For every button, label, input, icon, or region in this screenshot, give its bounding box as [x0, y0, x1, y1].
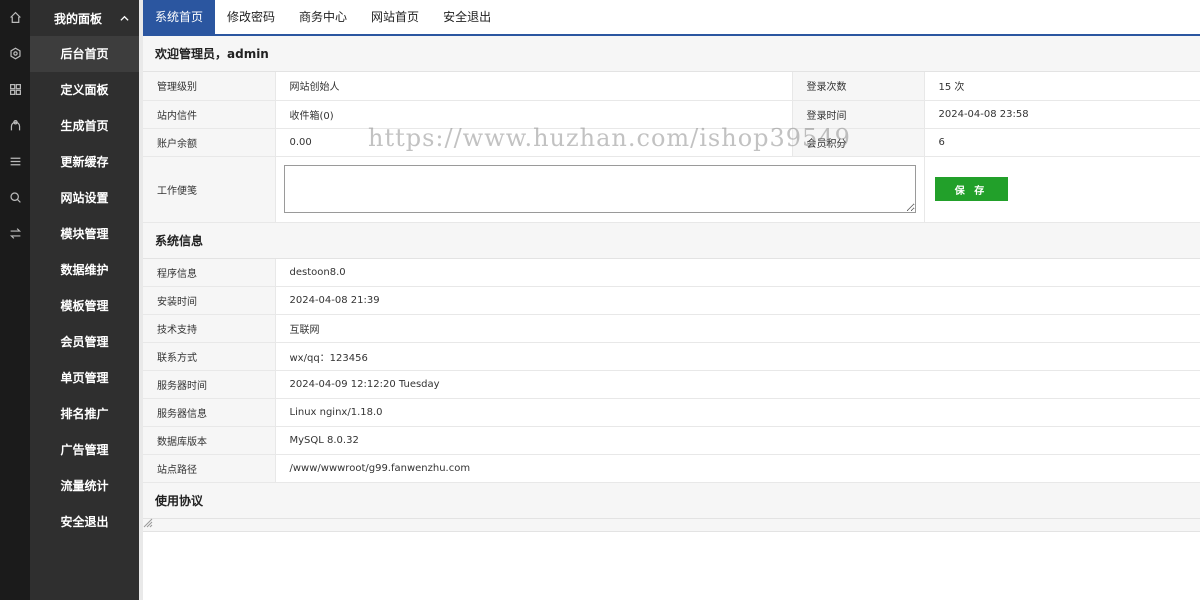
list-icon[interactable] — [5, 152, 25, 172]
table-row: 技术支持 互联网 — [143, 314, 1200, 343]
memo-label: 工作便笺 — [143, 156, 276, 223]
table-row: 站内信件 收件箱(0) 登录时间 2024-04-08 23:58 — [143, 100, 1200, 129]
memo-textarea[interactable] — [283, 165, 916, 213]
welcome-table: 管理级别 网站创始人 登录次数 15 次 站内信件 收件箱(0) 登录时间 20… — [143, 72, 1200, 223]
table-row: 管理级别 网站创始人 登录次数 15 次 — [143, 72, 1200, 101]
tab-business-center[interactable]: 商务中心 — [287, 0, 359, 34]
sidebar-item-site-settings[interactable]: 网站设置 — [30, 180, 139, 216]
row-label: 登录时间 — [791, 100, 925, 129]
sidebar-item-dashboard[interactable]: 后台首页 — [30, 36, 139, 72]
table-row: 账户余额 0.00 会员积分 6 — [143, 128, 1200, 157]
sidebar-item-pages[interactable]: 单页管理 — [30, 360, 139, 396]
row-value: destoon8.0 — [275, 258, 1200, 287]
row-label: 管理级别 — [143, 72, 276, 101]
row-label: 登录次数 — [791, 72, 925, 101]
settings-icon[interactable] — [5, 44, 25, 64]
sysinfo-table: 程序信息 destoon8.0 安装时间 2024-04-08 21:39 技术支持… — [143, 258, 1200, 483]
row-value: 0.00 — [275, 128, 792, 157]
welcome-title: 欢迎管理员，admin — [143, 36, 1200, 72]
icon-rail — [0, 0, 30, 600]
table-row: 服务器信息 Linux nginx/1.18.0 — [143, 398, 1200, 427]
row-label: 站内信件 — [143, 100, 276, 129]
row-label: 服务器信息 — [143, 398, 276, 427]
sidebar-item-modules[interactable]: 模块管理 — [30, 216, 139, 252]
row-label: 程序信息 — [143, 258, 276, 287]
row-value: 6 — [924, 128, 1200, 157]
sidebar-title: 我的面板 — [54, 11, 103, 26]
user-icon[interactable] — [5, 116, 25, 136]
row-value: 互联网 — [275, 314, 1200, 343]
memo-row: 工作便笺 保 存 — [143, 156, 1200, 223]
sidebar-item-update-cache[interactable]: 更新缓存 — [30, 144, 139, 180]
tab-site-home[interactable]: 网站首页 — [359, 0, 431, 34]
main-content: 系统首页 修改密码 商务中心 网站首页 安全退出 欢迎管理员，admin 管理级… — [143, 0, 1200, 600]
sidebar-item-ads[interactable]: 广告管理 — [30, 432, 139, 468]
table-row: 程序信息 destoon8.0 — [143, 258, 1200, 287]
row-value: 15 次 — [924, 72, 1200, 101]
row-value: 2024-04-08 21:39 — [275, 286, 1200, 315]
sidebar-header[interactable]: 我的面板 — [30, 0, 139, 36]
row-label: 服务器时间 — [143, 370, 276, 399]
sidebar-item-custom-panel[interactable]: 定义面板 — [30, 72, 139, 108]
grid-icon[interactable] — [5, 80, 25, 100]
inbox-link[interactable]: 收件箱(0) — [275, 100, 792, 129]
sidebar-item-traffic[interactable]: 流量统计 — [30, 468, 139, 504]
row-value: 网站创始人 — [275, 72, 792, 101]
chevron-up-icon — [120, 15, 129, 21]
row-label: 会员积分 — [791, 128, 925, 157]
row-value: wx/qq：123456 — [275, 342, 1200, 371]
agreement-frame — [143, 519, 1200, 532]
home-icon[interactable] — [5, 8, 25, 28]
sidebar-item-logout[interactable]: 安全退出 — [30, 504, 139, 540]
tab-change-password[interactable]: 修改密码 — [215, 0, 287, 34]
row-label: 数据库版本 — [143, 426, 276, 455]
row-label: 账户余额 — [143, 128, 276, 157]
row-value: Linux nginx/1.18.0 — [275, 398, 1200, 427]
memo-cell — [275, 156, 924, 223]
row-label: 联系方式 — [143, 342, 276, 371]
sidebar-item-data-maintenance[interactable]: 数据维护 — [30, 252, 139, 288]
sidebar: 我的面板 后台首页 定义面板 生成首页 更新缓存 网站设置 模块管理 数据维护 … — [30, 0, 139, 600]
table-row: 服务器时间 2024-04-09 12:12:20 Tuesday — [143, 370, 1200, 399]
table-row: 安装时间 2024-04-08 21:39 — [143, 286, 1200, 315]
table-row: 数据库版本 MySQL 8.0.32 — [143, 426, 1200, 455]
sidebar-item-generate-home[interactable]: 生成首页 — [30, 108, 139, 144]
sidebar-item-ranking[interactable]: 排名推广 — [30, 396, 139, 432]
row-value: 2024-04-09 12:12:20 Tuesday — [275, 370, 1200, 399]
swap-icon[interactable] — [5, 224, 25, 244]
save-cell: 保 存 — [923, 156, 1200, 223]
sidebar-item-members[interactable]: 会员管理 — [30, 324, 139, 360]
search-icon[interactable] — [5, 188, 25, 208]
row-label: 安装时间 — [143, 286, 276, 315]
tab-system-home[interactable]: 系统首页 — [143, 0, 216, 34]
table-row: 联系方式 wx/qq：123456 — [143, 342, 1200, 371]
row-label: 站点路径 — [143, 454, 276, 483]
table-row: 站点路径/www/wwwroot/g99.fanwenzhu.com — [143, 454, 1200, 483]
sysinfo-title: 系统信息 — [143, 222, 1200, 259]
sidebar-item-templates[interactable]: 模板管理 — [30, 288, 139, 324]
row-value: 2024-04-08 23:58 — [924, 100, 1200, 129]
tab-logout[interactable]: 安全退出 — [431, 0, 503, 34]
save-button[interactable]: 保 存 — [934, 177, 1008, 201]
row-label: 技术支持 — [143, 314, 276, 343]
resize-handle-icon[interactable] — [143, 518, 153, 528]
agreement-title[interactable]: 使用协议 — [143, 483, 1200, 519]
row-value: MySQL 8.0.32 — [275, 426, 1200, 455]
top-nav: 系统首页 修改密码 商务中心 网站首页 安全退出 — [143, 0, 1200, 36]
row-value: /www/wwwroot/g99.fanwenzhu.com — [275, 454, 1200, 483]
